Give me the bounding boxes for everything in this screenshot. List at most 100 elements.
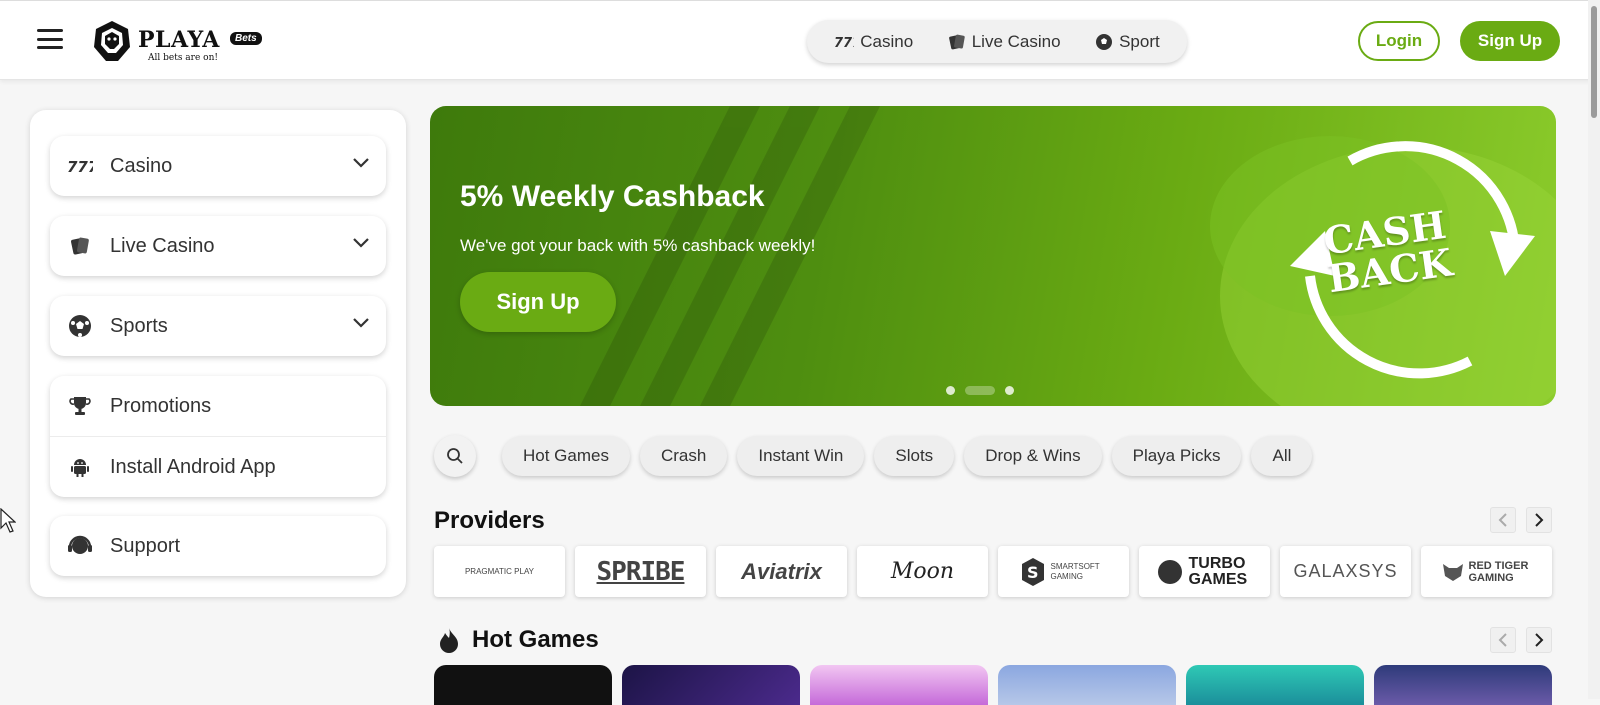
nav-casino[interactable]: 777 Casino [834,32,913,52]
hot-games-next-button[interactable] [1526,627,1552,653]
filter-all[interactable]: All [1251,436,1313,476]
login-button[interactable]: Login [1358,21,1440,61]
chevron-left-icon [1498,513,1507,527]
game-tile[interactable] [998,665,1176,705]
flame-icon [440,628,458,653]
android-icon [66,453,94,481]
provider-name: Aviatrix [741,558,822,584]
provider-aviatrix[interactable]: Aviatrix [716,546,847,597]
chevron-down-icon[interactable] [352,237,370,249]
chevron-down-icon[interactable] [352,157,370,169]
sidebar-item-label: Promotions [110,394,212,417]
provider-name: TURBO GAMES [1188,554,1248,588]
game-tile[interactable] [434,665,612,705]
provider-red-tiger[interactable]: RED TIGER GAMING [1421,546,1552,597]
soccer-ball-icon [66,312,94,340]
provider-spribe[interactable]: SPRIBE [575,546,706,597]
svg-text:777: 777 [834,36,854,49]
game-tile[interactable] [1186,665,1364,705]
svg-text:777: 777 [67,158,93,174]
scrollbar-thumb[interactable] [1591,6,1597,118]
sidebar-item-label: Sports [110,314,168,337]
sidebar-item-live-casino[interactable]: Live Casino [50,216,386,276]
sidebar-item-install-android[interactable]: Install Android App [50,437,386,497]
sidebar-item-casino[interactable]: 777 Casino [50,136,386,196]
nav-sport-label: Sport [1119,31,1160,51]
mouse-cursor-icon [0,508,16,533]
provider-name: SPRIBE [596,556,686,587]
provider-name: PRAGMATIC PLAY [464,567,535,576]
game-filters: Hot Games Crash Instant Win Slots Drop &… [434,435,1313,477]
nav-casino-label: Casino [860,31,914,51]
sidebar-row-sports[interactable]: Sports [50,296,386,356]
provider-smartsoft[interactable]: S SMARTSOFT GAMING [998,546,1129,597]
sidebar-row-casino[interactable]: 777 Casino [50,136,386,196]
provider-galaxsys[interactable]: GALAXSYS [1280,546,1411,597]
providers-arrows [1490,507,1552,533]
smartsoft-logo-icon: S [1021,557,1044,586]
sidebar-item-label: Live Casino [110,234,215,257]
provider-name: GALAXSYS [1293,561,1398,581]
carousel-dot-1[interactable] [946,386,955,395]
sidebar-row-live-casino[interactable]: Live Casino [50,216,386,276]
sidebar-item-support[interactable]: Support [50,516,386,576]
banner-signup-button[interactable]: Sign Up [460,272,616,332]
chevron-down-icon[interactable] [352,317,370,329]
top-bar: PLAYA Bets All bets are on! 777 Casino L… [0,0,1600,80]
sidebar-item-sports[interactable]: Sports [50,296,386,356]
sidebar-item-label: Support [110,534,181,557]
banner-subtitle: We've got your back with 5% cashback wee… [460,236,816,255]
provider-turbo-games[interactable]: TURBO GAMES [1139,546,1270,597]
sidebar-item-promotions[interactable]: Promotions [50,376,386,436]
hot-games-prev-button[interactable] [1490,627,1516,653]
provider-pragmatic-play[interactable]: PRAGMATIC PLAY [434,546,565,597]
trophy-icon [66,392,94,420]
sidebar-item-label: Install Android App [110,455,276,478]
hot-games-title-text: Hot Games [472,626,599,653]
nav-live-casino[interactable]: Live Casino [948,32,1061,52]
chevron-left-icon [1498,633,1507,647]
sidebar-item-label: Casino [110,154,173,177]
game-tile[interactable] [810,665,988,705]
logo-text: PLAYA [138,27,220,53]
filter-crash[interactable]: Crash [639,436,728,476]
carousel-dot-2[interactable] [965,386,995,395]
banner-title: 5% Weekly Cashback [460,180,765,213]
hot-games-title: Hot Games [438,626,599,654]
provider-moon[interactable]: Moon [857,546,988,597]
filter-drop-wins[interactable]: Drop & Wins [964,436,1102,476]
cards-icon [948,34,965,49]
signup-button[interactable]: Sign Up [1460,21,1560,61]
chevron-right-icon [1535,633,1544,647]
headset-icon [66,532,94,560]
search-icon [447,448,463,464]
game-tile[interactable] [622,665,800,705]
providers-next-button[interactable] [1526,507,1552,533]
soccer-ball-icon [1096,33,1113,50]
filter-slots[interactable]: Slots [874,436,955,476]
filter-instant-win[interactable]: Instant Win [737,436,865,476]
promo-banner[interactable]: CASH BACK 5% Weekly Cashback We've got y… [430,106,1556,406]
tiger-logo-icon [1442,563,1463,581]
logo-badge: Bets [230,32,262,45]
providers-title-text: Providers [434,507,545,534]
filter-hot-games[interactable]: Hot Games [502,436,630,476]
provider-name: SMARTSOFT GAMING [1050,561,1100,581]
cards-icon [66,232,94,260]
chevron-right-icon [1535,513,1544,527]
menu-icon[interactable] [37,29,63,49]
logo[interactable]: PLAYA Bets All bets are on! [90,19,265,65]
lion-logo-icon [94,21,130,61]
filter-playa-picks[interactable]: Playa Picks [1111,436,1242,476]
game-tile[interactable] [1374,665,1552,705]
top-nav: 777 Casino Live Casino Sport [807,20,1187,63]
search-button[interactable] [434,435,476,477]
providers-prev-button[interactable] [1490,507,1516,533]
page-scrollbar[interactable] [1588,0,1600,699]
nav-sport[interactable]: Sport [1095,32,1160,52]
carousel-dot-3[interactable] [1005,386,1014,395]
provider-name: Moon [890,559,955,584]
sidebar-row-support[interactable]: Support [50,516,386,576]
providers-list: PRAGMATIC PLAY SPRIBE Aviatrix Moon S SM… [434,546,1552,597]
logo-tagline: All bets are on! [148,53,218,63]
